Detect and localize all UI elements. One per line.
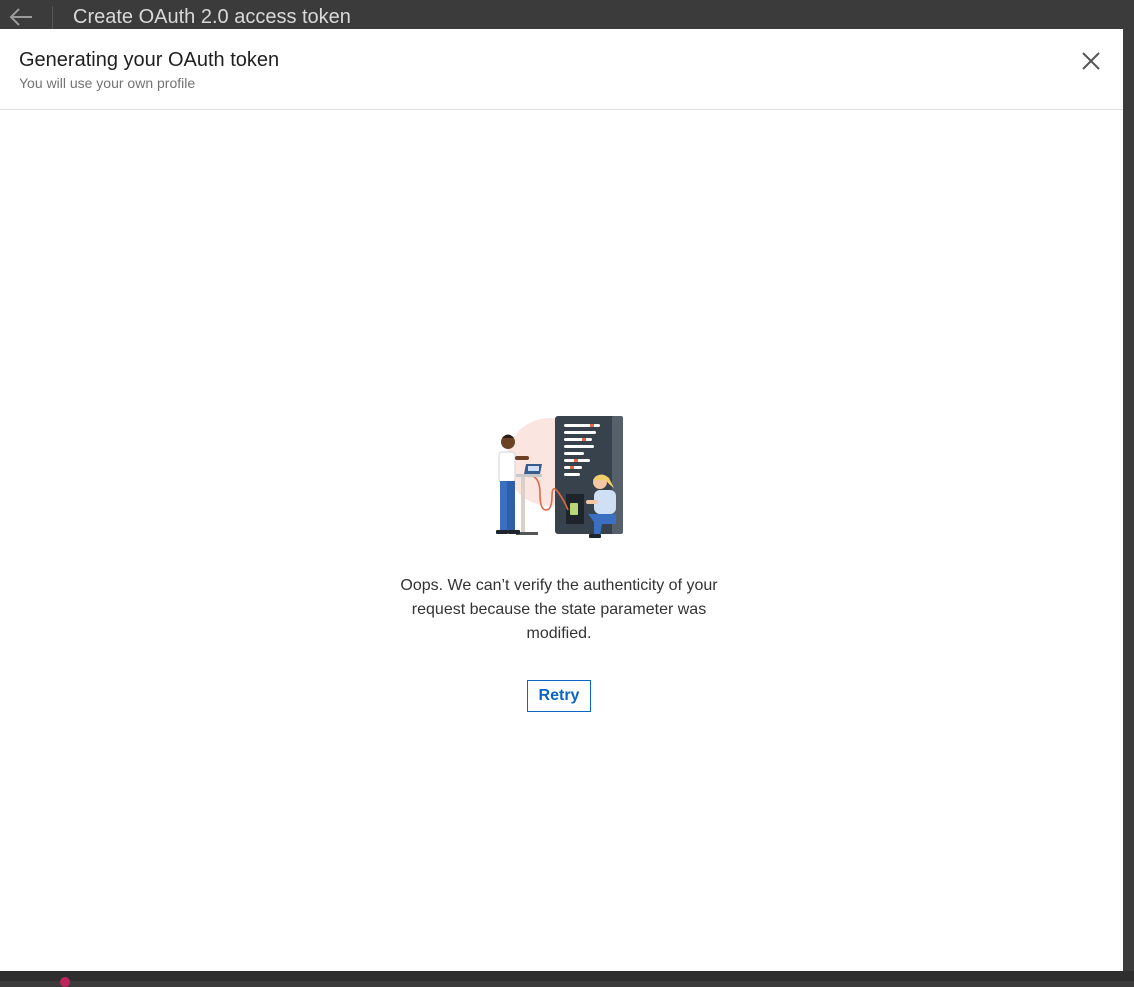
dialog-subtitle: You will use your own profile: [19, 75, 196, 91]
oauth-token-dialog: Generating your OAuth token You will use…: [0, 29, 1123, 971]
arrow-left-icon: [9, 8, 32, 26]
back-button[interactable]: [6, 4, 36, 30]
dialog-header: Generating your OAuth token You will use…: [0, 29, 1123, 110]
toolbar-divider: [52, 6, 53, 30]
close-icon: [1082, 52, 1100, 70]
background-app-bar: Create OAuth 2.0 access token: [0, 0, 1134, 30]
background-bottom-bar: [0, 971, 1134, 981]
server-room-technicians-illustration: [496, 416, 623, 538]
notification-dot: [60, 977, 70, 987]
page-title: Create OAuth 2.0 access token: [73, 6, 351, 28]
retry-button[interactable]: Retry: [527, 680, 591, 712]
close-button[interactable]: [1074, 49, 1108, 73]
error-message: Oops. We can’t verify the authenticity o…: [400, 577, 718, 642]
dialog-title: Generating your OAuth token: [19, 49, 280, 71]
